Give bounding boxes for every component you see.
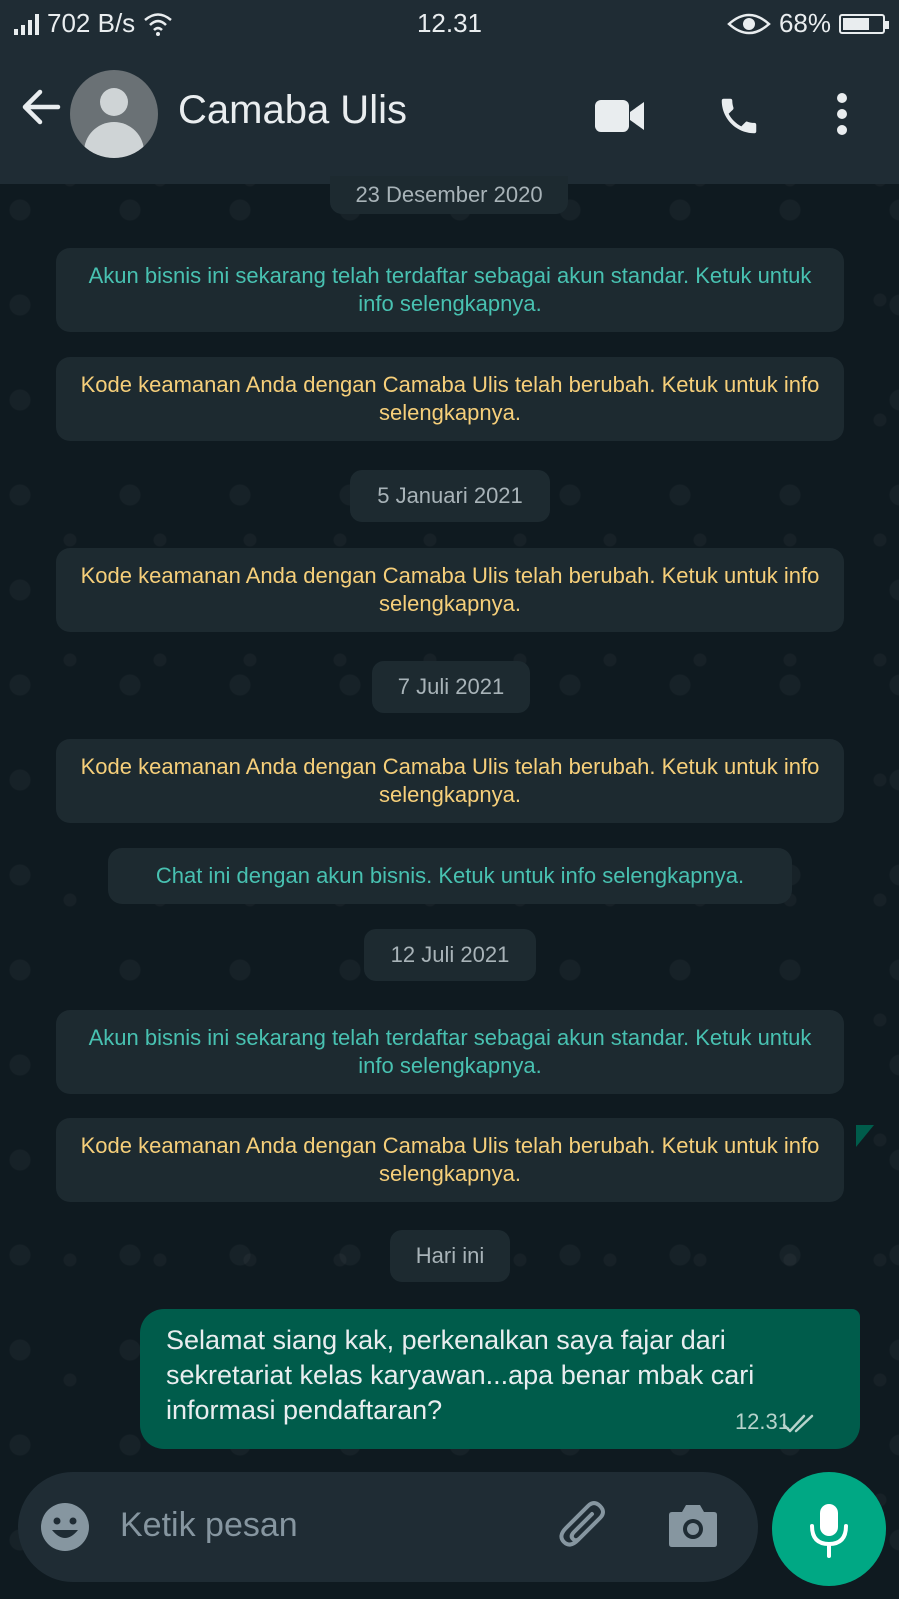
system-message[interactable]: Akun bisnis ini sekarang telah terdaftar… — [56, 248, 844, 332]
system-message[interactable]: Kode keamanan Anda dengan Camaba Ulis te… — [56, 548, 844, 632]
date-chip: 23 Desember 2020 — [330, 176, 568, 214]
camera-icon[interactable] — [668, 1502, 718, 1548]
status-bar: 702 B/s 12.31 68% — [0, 0, 899, 48]
double-check-icon — [782, 1414, 814, 1433]
system-message[interactable]: Kode keamanan Anda dengan Camaba Ulis te… — [56, 739, 844, 823]
chat-header: Camaba Ulis — [0, 48, 899, 184]
date-chip: 7 Juli 2021 — [372, 661, 530, 713]
phone-icon[interactable] — [716, 93, 762, 139]
more-vert-icon[interactable] — [834, 92, 850, 136]
system-message[interactable]: Akun bisnis ini sekarang telah terdaftar… — [56, 1010, 844, 1094]
bubble-tail — [856, 1125, 874, 1147]
system-message[interactable]: Kode keamanan Anda dengan Camaba Ulis te… — [56, 1118, 844, 1202]
attach-icon[interactable] — [558, 1500, 614, 1554]
message-text: Selamat siang kak, perkenalkan saya faja… — [166, 1325, 755, 1425]
date-chip: 5 Januari 2021 — [350, 470, 550, 522]
message-input[interactable]: Ketik pesan — [120, 1506, 298, 1545]
chat-area[interactable]: 23 Desember 2020 Akun bisnis ini sekaran… — [0, 176, 899, 1469]
battery-percent: 68% — [778, 8, 831, 38]
avatar[interactable] — [70, 70, 158, 158]
battery-icon — [839, 13, 889, 34]
mic-button[interactable] — [772, 1472, 886, 1586]
date-chip: Hari ini — [390, 1230, 510, 1282]
emoji-icon[interactable] — [40, 1502, 90, 1552]
system-message[interactable]: Kode keamanan Anda dengan Camaba Ulis te… — [56, 357, 844, 441]
status-time: 12.31 — [416, 8, 483, 38]
mic-icon — [810, 1504, 848, 1558]
date-chip: 12 Juli 2021 — [364, 929, 536, 981]
contact-name[interactable]: Camaba Ulis — [178, 88, 407, 133]
outgoing-message[interactable]: Selamat siang kak, perkenalkan saya faja… — [140, 1309, 860, 1449]
back-arrow-icon[interactable] — [18, 84, 64, 130]
video-call-icon[interactable] — [594, 98, 646, 134]
system-message[interactable]: Chat ini dengan akun bisnis. Ketuk untuk… — [108, 848, 792, 904]
message-composer[interactable]: Ketik pesan — [18, 1472, 758, 1582]
eye-icon — [727, 13, 771, 34]
